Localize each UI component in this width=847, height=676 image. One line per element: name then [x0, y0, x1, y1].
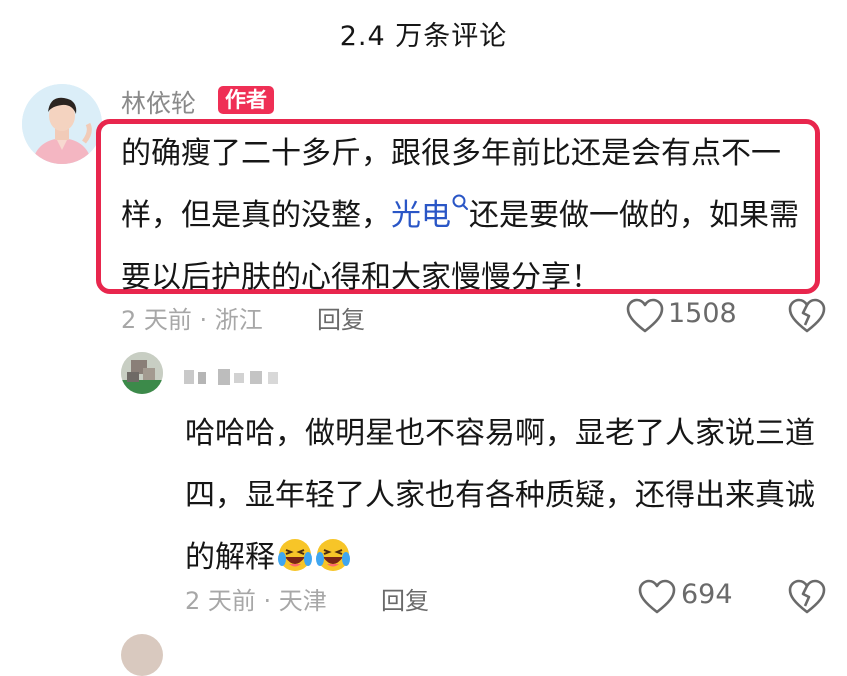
- comment-text: 哈哈哈，做明星也不容易啊，显老了人家说三道四，显年轻了人家也有各种质疑，还得出来…: [185, 403, 825, 589]
- comment-text: 的确瘦了二十多斤，跟很多年前比还是会有点不一样，但是真的没整，光电 还是要做一做的…: [121, 123, 821, 309]
- blurred-username[interactable]: [184, 366, 304, 388]
- comment-meta: 2 天前 · 浙江: [121, 306, 263, 334]
- laughing-crying-emoji: [316, 539, 350, 571]
- search-keyword-link[interactable]: 光电: [391, 194, 469, 233]
- like-count: 1508: [668, 298, 737, 329]
- reply-button[interactable]: 回复: [381, 581, 429, 616]
- keyword-label: 光电: [391, 198, 451, 233]
- search-keyword-icon: [452, 194, 468, 210]
- avatar[interactable]: [121, 352, 163, 394]
- broken-heart-icon[interactable]: [788, 298, 826, 334]
- author-badge: 作者: [218, 86, 274, 114]
- heart-outline-icon[interactable]: [626, 298, 664, 334]
- comments-count-title: 2.4 万条评论: [339, 21, 508, 52]
- like-count: 694: [681, 579, 733, 610]
- avatar[interactable]: [22, 84, 102, 164]
- laughing-crying-emoji: [278, 539, 312, 571]
- broken-heart-icon[interactable]: [788, 579, 826, 615]
- reply-button[interactable]: 回复: [317, 300, 365, 335]
- heart-outline-icon[interactable]: [638, 579, 676, 615]
- comment-meta: 2 天前 · 天津: [185, 587, 327, 615]
- comment-author-name[interactable]: 林依轮: [121, 84, 196, 120]
- avatar[interactable]: [121, 634, 163, 676]
